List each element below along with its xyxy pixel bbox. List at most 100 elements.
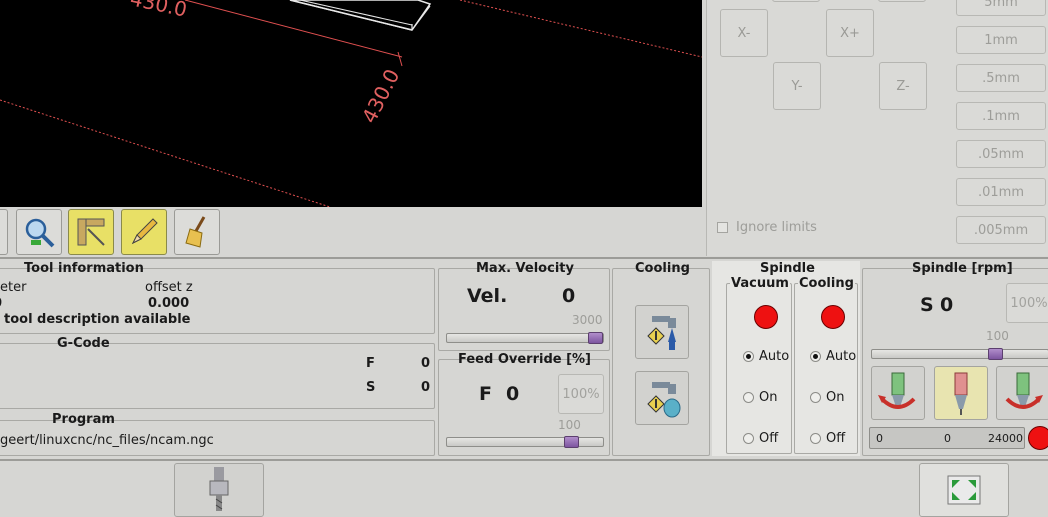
program-title: Program (52, 412, 115, 427)
coolant-flood-button[interactable] (635, 305, 689, 359)
spindle-panel: Spindle Vacuum Auto On Off Cooling Auto … (712, 261, 860, 456)
jog-panel: X- X+ Y- Z- 5mm 1mm .5mm .1mm .05mm .01m… (706, 0, 1048, 256)
increment-1mm-button[interactable]: 1mm (956, 26, 1046, 54)
feed-override-panel: Feed Override [%] F 0 100% 100 (438, 352, 610, 456)
gcode-f-value: 0 (421, 356, 431, 371)
bottom-bar (0, 459, 1048, 517)
increment-0.05mm-button[interactable]: .05mm (956, 140, 1046, 168)
broom-clear-icon (185, 216, 206, 248)
coolant-mist-button[interactable] (635, 371, 689, 425)
radio-dot[interactable] (810, 351, 821, 362)
radio-dot[interactable] (810, 433, 821, 444)
radio-label: On (759, 390, 778, 405)
increment-5mm-button[interactable]: 5mm (956, 0, 1046, 16)
spindle-rpm-panel: Spindle [rpm] S 0 100% 100 0 0 24000 (862, 261, 1048, 456)
increment-0.005mm-button[interactable]: .005mm (956, 216, 1046, 244)
jog-button-top-2[interactable] (878, 0, 926, 2)
gcode-s-value: 0 (421, 380, 431, 395)
zoom-button[interactable] (16, 209, 62, 255)
radio-dot[interactable] (743, 433, 754, 444)
vacuum-off-radio[interactable]: Off (743, 431, 778, 446)
checkbox-box[interactable] (717, 222, 728, 233)
radio-dot[interactable] (810, 392, 821, 403)
jog-y-minus-button[interactable]: Y- (773, 62, 821, 110)
spindle-ccw-icon (878, 372, 916, 409)
gcode-s-label: S (366, 380, 376, 395)
coolant-mist-icon (647, 382, 681, 418)
spindle-cw-icon (1005, 372, 1043, 409)
spindle-cooling-title: Cooling (798, 276, 855, 291)
vacuum-on-radio[interactable]: On (743, 390, 777, 405)
increment-0.1mm-button[interactable]: .1mm (956, 102, 1046, 130)
spindle-reset-100-button[interactable]: 100% (1006, 283, 1048, 323)
diameter-label: eter (0, 280, 27, 295)
cooling-on-radio[interactable]: On (810, 390, 844, 405)
tool-information-title: Tool information (24, 261, 144, 276)
increment-0.01mm-button[interactable]: .01mm (956, 178, 1046, 206)
feed-label: F (479, 383, 492, 405)
vacuum-led (754, 305, 778, 329)
feed-override-slider-handle[interactable] (564, 436, 579, 448)
spindle-override-slider[interactable] (871, 348, 1048, 360)
radio-label: Off (826, 431, 846, 446)
spindle-ccw-button[interactable] (871, 366, 925, 420)
jog-x-plus-button[interactable]: X+ (826, 9, 874, 57)
spindle-title: Spindle (760, 261, 815, 276)
preview-drawing (0, 0, 702, 207)
tool-change-icon (209, 467, 229, 511)
spindle-speed-bar: 0 0 24000 (869, 427, 1025, 449)
spindle-override-slider-handle[interactable] (988, 348, 1003, 360)
vacuum-auto-radio[interactable]: Auto (743, 349, 789, 364)
panel-frame (0, 343, 435, 409)
radio-dot[interactable] (743, 351, 754, 362)
spindle-rpm-title: Spindle [rpm] (912, 261, 1013, 276)
cooling-off-radio[interactable]: Off (810, 431, 845, 446)
radio-label: Off (759, 431, 779, 446)
feed-override-title: Feed Override [%] (458, 352, 591, 367)
radio-dot[interactable] (743, 392, 754, 403)
3d-preview[interactable]: 430.0 430.0 (0, 0, 702, 207)
velocity-slider-handle[interactable] (588, 332, 603, 344)
offset-z-label: offset z (145, 280, 193, 295)
cooling-title: Cooling (635, 261, 690, 276)
partial-button-icon[interactable] (0, 209, 8, 255)
spindle-slider-value: 100 (986, 329, 1009, 343)
spindle-s-label: S (920, 294, 934, 316)
jog-x-minus-button[interactable]: X- (720, 9, 768, 57)
cooling-auto-radio[interactable]: Auto (810, 349, 856, 364)
clear-button[interactable] (174, 209, 220, 255)
program-panel: Program geert/linuxcnc/nc_files/ncam.ngc (0, 412, 436, 456)
offset-z-value: 0.000 (148, 296, 190, 311)
vacuum-title: Vacuum (730, 276, 790, 291)
jog-button-top-1[interactable] (772, 0, 820, 2)
tool-description: tool description available (4, 312, 191, 327)
coolant-flood-icon (647, 316, 676, 350)
spindle-status-led (1028, 426, 1048, 450)
panel-frame (612, 268, 710, 456)
velocity-slider[interactable] (446, 332, 604, 344)
zoom-icon (25, 218, 55, 248)
gcode-panel: G-Code F 0 S 0 (0, 336, 436, 410)
fullscreen-button[interactable] (919, 463, 1009, 517)
spindle-stop-button[interactable] (934, 366, 988, 420)
increment-0.5mm-button[interactable]: .5mm (956, 64, 1046, 92)
feed-reset-100-button[interactable]: 100% (558, 374, 604, 414)
cooling-panel: Cooling (612, 261, 710, 456)
ruler-measure-icon (77, 218, 105, 246)
jog-z-minus-button[interactable]: Z- (879, 62, 927, 110)
velocity-label: Vel. (467, 285, 508, 307)
feed-value: 0 (506, 383, 520, 405)
edit-button[interactable] (121, 209, 167, 255)
fullscreen-icon (947, 475, 981, 505)
spindle-s-value: 0 (940, 294, 954, 316)
radio-label: On (826, 390, 845, 405)
ignore-limits-checkbox[interactable]: Ignore limits (717, 220, 817, 235)
spindle-cw-button[interactable] (996, 366, 1048, 420)
max-velocity-title: Max. Velocity (476, 261, 574, 276)
measure-button[interactable] (68, 209, 114, 255)
tool-change-button[interactable] (174, 463, 264, 517)
feed-override-slider[interactable] (446, 436, 604, 448)
spindle-stop-icon (954, 372, 968, 415)
tool-information-panel: Tool information eter offset z 0 0.000 t… (0, 261, 436, 335)
radio-label: Auto (759, 349, 790, 364)
